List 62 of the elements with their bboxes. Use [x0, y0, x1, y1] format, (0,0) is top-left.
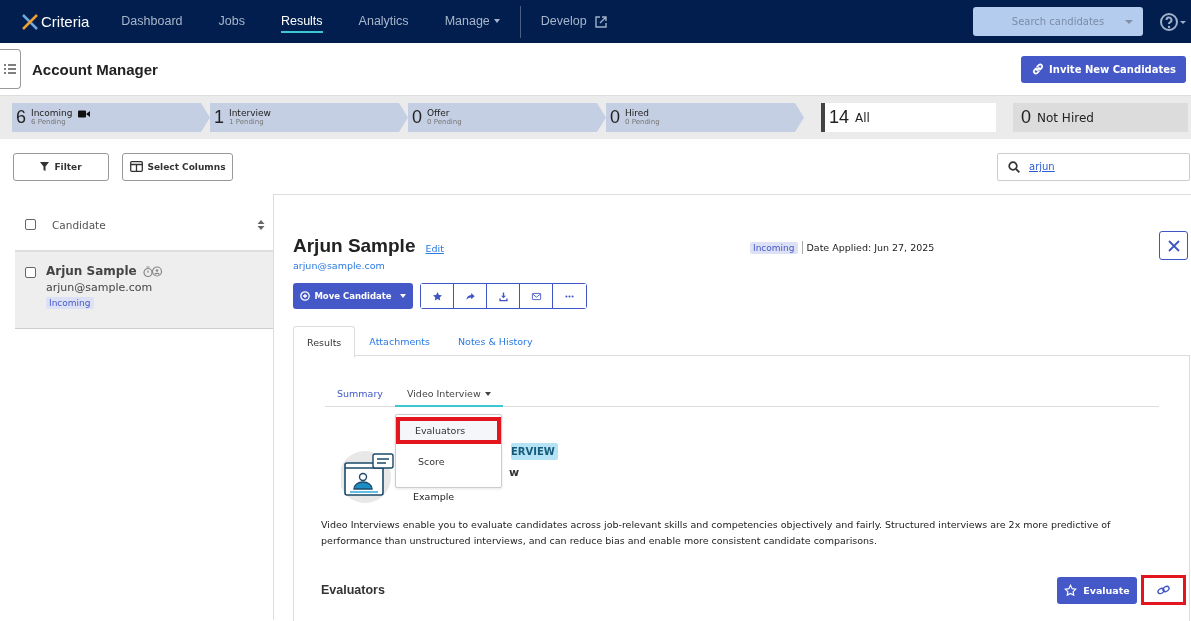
sub-tab[interactable]: Video Interview	[394, 388, 503, 407]
tab[interactable]: Notes & History	[443, 326, 547, 357]
menu-item[interactable]: Evaluators	[395, 417, 501, 444]
total-filter[interactable]: 0 Not Hired	[1013, 103, 1188, 132]
timer-icon	[142, 265, 163, 277]
list-icon	[4, 64, 16, 74]
column-header[interactable]: Candidate	[52, 218, 241, 231]
copy-link-button[interactable]	[1141, 575, 1186, 605]
nav-link[interactable]: Dashboard	[121, 10, 183, 33]
nav-link[interactable]: Manage	[444, 10, 500, 33]
candidate-name: Arjun Sample	[46, 264, 137, 278]
star-icon	[431, 290, 443, 302]
email-link[interactable]: arjun@sample.com	[293, 260, 733, 271]
nav-link[interactable]: Results	[280, 10, 323, 33]
mail-icon	[530, 290, 542, 302]
external-link-icon	[594, 15, 607, 28]
select-columns-button[interactable]: Select Columns	[122, 152, 233, 181]
download-icon	[497, 290, 509, 302]
sort-icon[interactable]	[257, 219, 265, 230]
product-subtitle: Example	[413, 491, 455, 502]
columns-icon	[129, 161, 143, 172]
date-applied: Date Applied: Jun 27, 2025	[806, 242, 935, 253]
nav-link[interactable]: Jobs	[218, 10, 245, 33]
link-icon	[1157, 585, 1170, 595]
share-icon	[464, 290, 476, 302]
sub-tab[interactable]: Summary	[325, 388, 395, 407]
candidate-email: arjun@sample.com	[46, 281, 153, 294]
link-icon	[1031, 62, 1046, 76]
move-candidate-button[interactable]: Move Candidate	[293, 283, 413, 309]
nav-link[interactable]: Develop	[540, 10, 587, 33]
section-title: Evaluators	[321, 583, 385, 597]
product-badge: ERVIEW	[511, 443, 558, 460]
candidate-row[interactable]: Arjun Sample arjun@sample.com Incoming	[15, 252, 273, 329]
logo-icon	[20, 11, 40, 32]
product-title: w	[509, 466, 520, 479]
close-button[interactable]	[1159, 231, 1188, 260]
plus-circle-icon	[300, 291, 311, 301]
search-field[interactable]: arjun	[997, 152, 1190, 181]
menu-button[interactable]	[0, 49, 21, 89]
total-filter[interactable]: 14 All	[821, 103, 996, 132]
logo-text[interactable]: Criteria	[41, 13, 90, 30]
menu-item[interactable]: Score	[395, 446, 501, 477]
search-icon	[1008, 160, 1020, 173]
invite-button[interactable]: Invite New Candidates	[1021, 55, 1186, 83]
candidate-name: Arjun Sample	[293, 235, 416, 257]
checkbox[interactable]	[25, 267, 36, 278]
evaluate-button[interactable]: Evaluate	[1057, 576, 1137, 604]
edit-link[interactable]: Edit	[425, 243, 444, 254]
star-button[interactable]	[421, 284, 454, 308]
filter-icon	[40, 162, 50, 171]
tab[interactable]: Results	[293, 326, 356, 358]
status-badge: Incoming	[750, 241, 798, 254]
description-text: Video Interviews enable you to evaluate candidates across job-relevant skills and competencies objectively and fairly. Structured interviews are 2x more predictive of performance than unstructured interviews, and can reduce bias and enable more consistent candidate comparisons.	[321, 518, 1112, 548]
filter-button[interactable]: Filter	[13, 152, 109, 181]
checkbox[interactable]	[25, 219, 36, 230]
nav-link[interactable]: Analytics	[358, 10, 409, 33]
tab[interactable]: Attachments	[355, 326, 444, 357]
help-icon[interactable]	[1159, 11, 1187, 32]
status-badge: Incoming	[46, 297, 94, 309]
close-icon	[1167, 239, 1180, 252]
page-title: Account Manager	[32, 60, 158, 78]
star-icon	[1064, 583, 1078, 597]
